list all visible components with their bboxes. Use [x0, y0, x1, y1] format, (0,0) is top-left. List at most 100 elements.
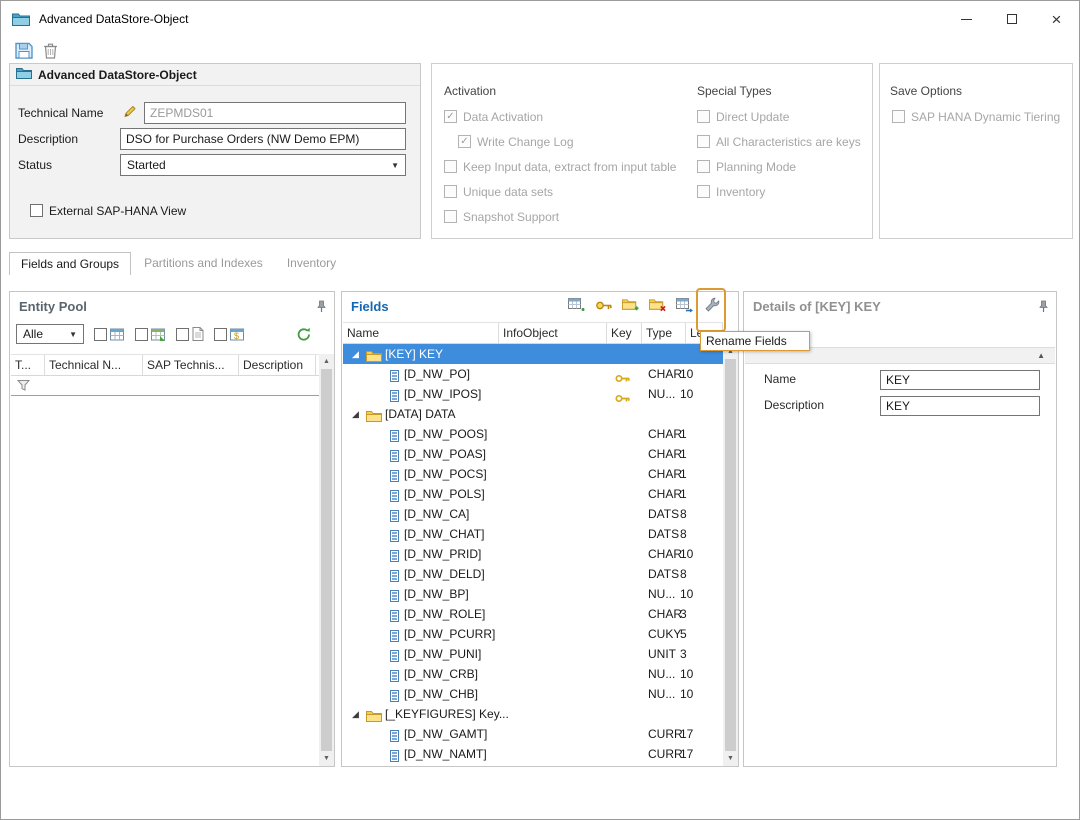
- entity-pool-toolbar: Alle ▼ $: [16, 322, 314, 346]
- field-row[interactable]: [D_NW_BP]NU...10: [343, 584, 723, 604]
- field-row[interactable]: [D_NW_CRB]NU...10: [343, 664, 723, 684]
- save-icon[interactable]: [15, 42, 33, 59]
- tab-partitions-and-indexes[interactable]: Partitions and Indexes: [133, 252, 274, 275]
- field-group-row[interactable]: ◢[_KEYFIGURES] Key...: [343, 704, 723, 724]
- field-row[interactable]: [D_NW_PUNI]UNIT3: [343, 644, 723, 664]
- entity-filter-checkbox-2[interactable]: [135, 328, 148, 341]
- move-field-icon[interactable]: [676, 298, 693, 313]
- checkbox-box[interactable]: [444, 210, 457, 223]
- entity-pool-filter-row[interactable]: [11, 374, 319, 396]
- column-header-key[interactable]: Key: [607, 323, 642, 343]
- entity-filter-checkbox-4[interactable]: [214, 328, 227, 341]
- close-button[interactable]: ×: [1034, 1, 1079, 37]
- add-group-icon[interactable]: [622, 298, 639, 312]
- checkbox-snapshot-support[interactable]: Snapshot Support: [444, 204, 694, 229]
- checkbox-unique-data-sets[interactable]: Unique data sets: [444, 179, 694, 204]
- field-row[interactable]: [D_NW_POLS]CHAR1: [343, 484, 723, 504]
- entity-filter-select[interactable]: Alle ▼: [16, 324, 84, 344]
- tree-expanded-icon[interactable]: ◢: [352, 344, 359, 364]
- characteristic-table-icon[interactable]: [110, 328, 125, 341]
- field-row[interactable]: [D_NW_PO]CHAR10: [343, 364, 723, 384]
- details-description-input[interactable]: [880, 396, 1040, 416]
- vertical-scrollbar[interactable]: ▲ ▼: [319, 354, 334, 766]
- column-header-sap-technis[interactable]: SAP Technis...: [143, 355, 239, 375]
- refresh-icon[interactable]: [296, 327, 312, 342]
- checkbox-box[interactable]: [30, 204, 43, 217]
- document-icon[interactable]: [192, 327, 204, 341]
- checkbox-box[interactable]: [444, 185, 457, 198]
- checkbox-box[interactable]: [697, 135, 710, 148]
- checkbox-inventory[interactable]: Inventory: [697, 179, 869, 204]
- minimize-button[interactable]: [944, 1, 989, 37]
- vertical-scrollbar[interactable]: ▲ ▼: [723, 344, 738, 766]
- field-name: [D_NW_PCURR]: [404, 624, 495, 644]
- column-header-infoobject[interactable]: InfoObject: [499, 323, 607, 343]
- titlebar: Advanced DataStore-Object ×: [1, 1, 1079, 37]
- status-select[interactable]: Started ▼: [120, 154, 406, 176]
- scroll-down-icon[interactable]: ▼: [319, 751, 334, 766]
- tree-expanded-icon[interactable]: ◢: [352, 704, 359, 724]
- checkbox-box[interactable]: [444, 160, 457, 173]
- trash-icon[interactable]: [43, 42, 58, 59]
- field-row[interactable]: [D_NW_CA]DATS8: [343, 504, 723, 524]
- checkbox-data-activation[interactable]: ✓Data Activation: [444, 104, 694, 129]
- hierarchy-table-icon[interactable]: [151, 328, 166, 341]
- column-header-type[interactable]: Type: [642, 323, 686, 343]
- edit-pencil-icon[interactable]: [122, 104, 137, 119]
- delete-group-icon[interactable]: [649, 298, 666, 312]
- field-row[interactable]: [D_NW_POOS]CHAR1: [343, 424, 723, 444]
- column-header-t[interactable]: T...: [11, 355, 45, 375]
- pin-icon[interactable]: [316, 300, 327, 316]
- checkbox-box[interactable]: [697, 110, 710, 123]
- checkbox-box[interactable]: [697, 160, 710, 173]
- field-row[interactable]: [D_NW_PRID]CHAR10: [343, 544, 723, 564]
- column-header-name[interactable]: Name: [343, 323, 499, 343]
- field-row[interactable]: [D_NW_CHB]NU...10: [343, 684, 723, 704]
- collapse-icon[interactable]: ▲: [1037, 351, 1045, 360]
- field-row[interactable]: [D_NW_POCS]CHAR1: [343, 464, 723, 484]
- add-field-icon[interactable]: [568, 298, 585, 313]
- field-row[interactable]: [D_NW_DELD]DATS8: [343, 564, 723, 584]
- tab-inventory[interactable]: Inventory: [276, 252, 347, 275]
- field-row[interactable]: [D_NW_POAS]CHAR1: [343, 444, 723, 464]
- rename-fields-icon[interactable]: [703, 297, 720, 313]
- field-group-row[interactable]: ◢[KEY] KEY: [343, 344, 723, 364]
- field-row[interactable]: [D_NW_GAMT]CURR17: [343, 724, 723, 744]
- tree-expanded-icon[interactable]: ◢: [352, 404, 359, 424]
- checkbox-box[interactable]: [697, 185, 710, 198]
- checkbox-all-characteristics-are-keys[interactable]: All Characteristics are keys: [697, 129, 869, 154]
- checkbox-box[interactable]: [892, 110, 905, 123]
- checkbox-sap-hana-dynamic-tiering[interactable]: SAP HANA Dynamic Tiering: [892, 104, 1070, 129]
- field-row[interactable]: [D_NW_CHAT]DATS8: [343, 524, 723, 544]
- scroll-up-icon[interactable]: ▲: [319, 354, 334, 369]
- field-row[interactable]: [D_NW_IPOS]NU...10: [343, 384, 723, 404]
- column-header-technical-n[interactable]: Technical N...: [45, 355, 143, 375]
- field-row[interactable]: [D_NW_ROLE]CHAR3: [343, 604, 723, 624]
- chevron-down-icon: ▼: [69, 330, 77, 339]
- checkbox-box[interactable]: ✓: [444, 110, 457, 123]
- manage-keys-icon[interactable]: [595, 299, 612, 312]
- tab-fields-and-groups[interactable]: Fields and Groups: [9, 252, 131, 275]
- entity-filter-checkbox-1[interactable]: [94, 328, 107, 341]
- scrollbar-thumb[interactable]: [725, 359, 736, 751]
- checkbox-external-sap-hana-view[interactable]: External SAP-HANA View: [30, 198, 186, 223]
- scroll-down-icon[interactable]: ▼: [723, 751, 738, 766]
- details-name-input[interactable]: [880, 370, 1040, 390]
- checkbox-box[interactable]: ✓: [458, 135, 471, 148]
- currency-table-icon[interactable]: $: [230, 328, 245, 341]
- scrollbar-thumb[interactable]: [321, 369, 332, 751]
- entity-filter-checkbox-3[interactable]: [176, 328, 189, 341]
- checkbox-planning-mode[interactable]: Planning Mode: [697, 154, 869, 179]
- checkbox-keep-input-data-extract-from-input-table[interactable]: Keep Input data, extract from input tabl…: [444, 154, 694, 179]
- chevron-down-icon: ▼: [391, 161, 399, 170]
- field-row[interactable]: [D_NW_NAMT]CURR17: [343, 744, 723, 764]
- technical-name-input[interactable]: [144, 102, 406, 124]
- maximize-button[interactable]: [989, 1, 1034, 37]
- field-group-row[interactable]: ◢[DATA] DATA: [343, 404, 723, 424]
- column-header-description[interactable]: Description: [239, 355, 316, 375]
- pin-icon[interactable]: [1038, 300, 1049, 316]
- checkbox-direct-update[interactable]: Direct Update: [697, 104, 869, 129]
- field-row[interactable]: [D_NW_PCURR]CUKY5: [343, 624, 723, 644]
- checkbox-write-change-log[interactable]: ✓Write Change Log: [444, 129, 694, 154]
- description-input[interactable]: [120, 128, 406, 150]
